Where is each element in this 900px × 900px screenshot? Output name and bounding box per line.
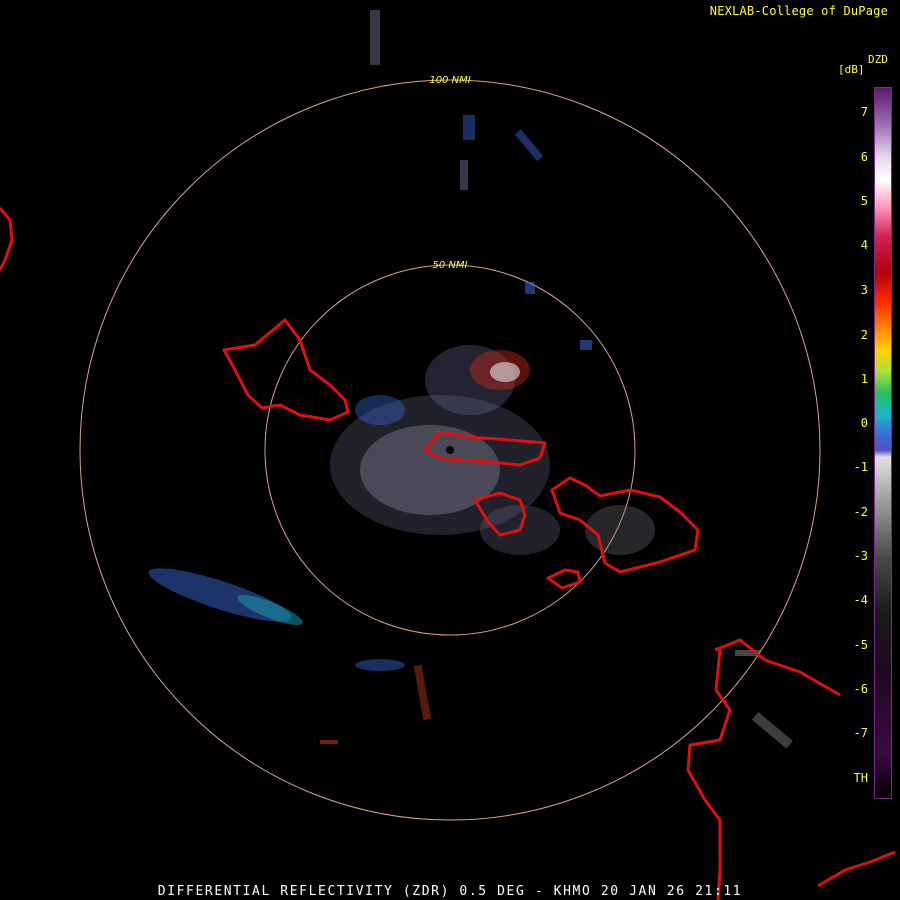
- red-boundaries: [0, 207, 896, 900]
- boundary-small: [546, 568, 582, 590]
- scale-tick-label: -2: [853, 505, 868, 519]
- scale-tick-label: -7: [853, 726, 868, 740]
- scale-unit-label: [dB]: [838, 63, 865, 76]
- boundary-southeast: [686, 638, 841, 900]
- scale-tick-label: -6: [853, 682, 868, 696]
- product-caption: DIFFERENTIAL REFLECTIVITY (ZDR) 0.5 DEG …: [157, 884, 743, 899]
- radar-map: 100 NMI 50 NMI: [0, 10, 896, 900]
- scale-tick-label: TH: [853, 771, 868, 785]
- scale-tick-label: -4: [853, 593, 868, 607]
- scale-tick-label: 4: [860, 238, 868, 252]
- range-ring-label-50: 50 NMI: [433, 260, 468, 271]
- scale-tick-label: -1: [853, 460, 868, 474]
- boundary-west: [222, 318, 350, 422]
- boundary-southeast-corner: [817, 850, 896, 888]
- radar-echoes: [148, 10, 793, 749]
- scale-tick-label: 0: [860, 416, 868, 430]
- scale-tick-label: 5: [860, 194, 868, 208]
- scale-tick-label: 1: [860, 372, 868, 386]
- scale-tick-label: 6: [860, 150, 868, 164]
- radar-site-marker: [446, 446, 454, 454]
- credit-label: NEXLAB-College of DuPage: [709, 4, 888, 18]
- range-ring-label-100: 100 NMI: [429, 75, 470, 86]
- scale-tick-label: 3: [860, 283, 868, 297]
- scale-product-label: DZD: [868, 53, 888, 66]
- scale-tick-label: 7: [860, 105, 868, 119]
- boundary-northwest: [0, 207, 14, 271]
- scale-tick-label: 2: [860, 328, 868, 342]
- scale-tick-label: -3: [853, 549, 868, 563]
- color-scale-bar: [874, 87, 892, 799]
- scale-tick-label: -5: [853, 638, 868, 652]
